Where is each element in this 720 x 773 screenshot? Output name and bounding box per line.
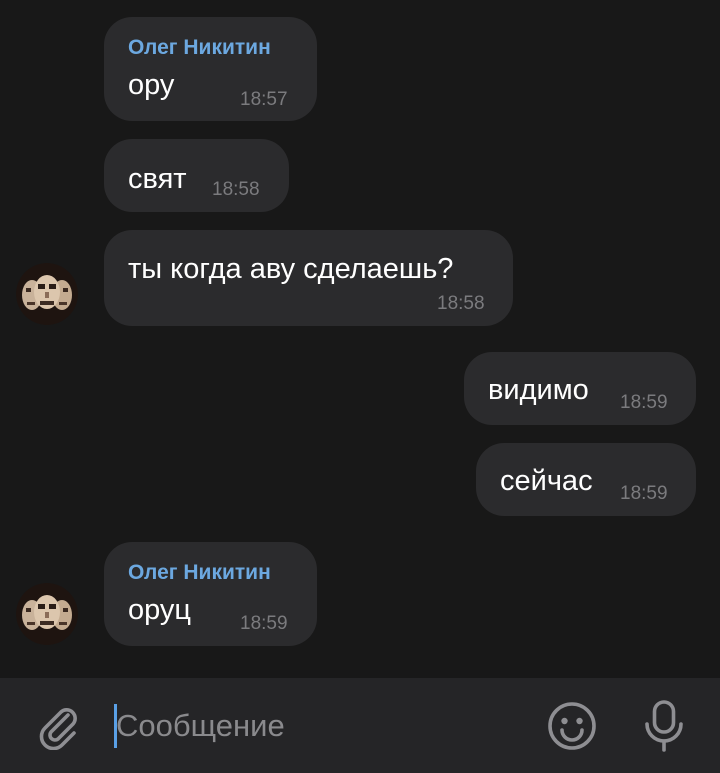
message-composer: Сообщение bbox=[0, 678, 720, 773]
microphone-icon[interactable] bbox=[640, 698, 688, 754]
message-text: сейчас bbox=[500, 465, 593, 497]
message-time: 18:58 bbox=[212, 179, 260, 200]
avatar[interactable] bbox=[16, 263, 78, 325]
message-time: 18:58 bbox=[437, 293, 485, 314]
message-input[interactable]: Сообщение bbox=[116, 706, 516, 746]
message-time: 18:57 bbox=[240, 89, 288, 110]
message-time: 18:59 bbox=[620, 392, 668, 413]
incoming-message[interactable]: свят 18:58 bbox=[104, 139, 289, 212]
message-time: 18:59 bbox=[240, 613, 288, 634]
incoming-message[interactable]: Олег Никитин оруц 18:59 bbox=[104, 542, 317, 646]
incoming-message[interactable]: ты когда аву сделаешь? 18:58 bbox=[104, 230, 513, 326]
incoming-message[interactable]: Олег Никитин ору 18:57 bbox=[104, 17, 317, 121]
outgoing-message[interactable]: сейчас 18:59 bbox=[476, 443, 696, 516]
message-time: 18:59 bbox=[620, 483, 668, 504]
message-text: ору bbox=[128, 69, 175, 101]
message-text: свят bbox=[128, 163, 187, 195]
sender-name[interactable]: Олег Никитин bbox=[128, 36, 271, 60]
outgoing-message[interactable]: видимо 18:59 bbox=[464, 352, 696, 425]
message-text: ты когда аву сделаешь? bbox=[128, 253, 454, 285]
message-text: видимо bbox=[488, 374, 589, 406]
chat-area: Олег Никитин ору 18:57 свят 18:58 ты ког… bbox=[0, 0, 720, 678]
sender-name[interactable]: Олег Никитин bbox=[128, 561, 271, 585]
smiley-icon[interactable] bbox=[546, 700, 598, 752]
message-text: оруц bbox=[128, 594, 192, 626]
avatar[interactable] bbox=[16, 583, 78, 645]
paperclip-icon[interactable] bbox=[34, 702, 82, 751]
